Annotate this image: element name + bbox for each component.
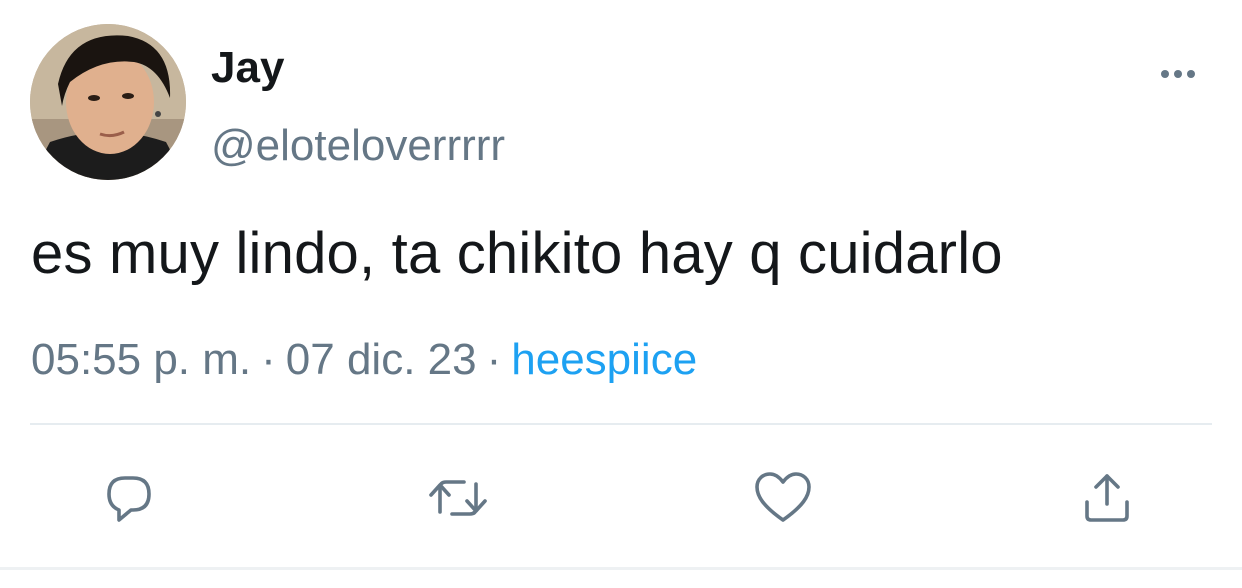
meta-separator: · <box>261 335 276 384</box>
more-horizontal-icon <box>1161 70 1195 78</box>
user-handle[interactable]: @eloteloverrrrr <box>211 118 505 174</box>
retweet-button[interactable] <box>426 466 490 530</box>
tweet-source-link[interactable]: heespiice <box>511 335 697 384</box>
avatar-photo <box>30 24 186 180</box>
tweet-meta: 05:55 p. m. · 07 dic. 23 · heespiice <box>31 332 697 388</box>
tweet-date[interactable]: 07 dic. 23 <box>286 335 477 384</box>
tweet-text: es muy lindo, ta chikito hay q cuidarlo <box>31 221 1003 286</box>
bottom-divider <box>0 567 1242 570</box>
avatar[interactable] <box>30 24 186 180</box>
like-button[interactable] <box>751 466 815 530</box>
share-button[interactable] <box>1075 466 1139 530</box>
retweet-icon <box>429 480 487 516</box>
reply-bubble-icon <box>107 476 151 522</box>
more-options-button[interactable] <box>1158 58 1202 90</box>
display-name[interactable]: Jay <box>211 40 284 96</box>
divider <box>30 423 1212 425</box>
heart-icon <box>755 472 811 522</box>
reply-button[interactable] <box>97 466 161 530</box>
share-upload-icon <box>1085 474 1129 522</box>
meta-separator: · <box>486 335 502 384</box>
tweet-time[interactable]: 05:55 p. m. <box>31 335 251 384</box>
